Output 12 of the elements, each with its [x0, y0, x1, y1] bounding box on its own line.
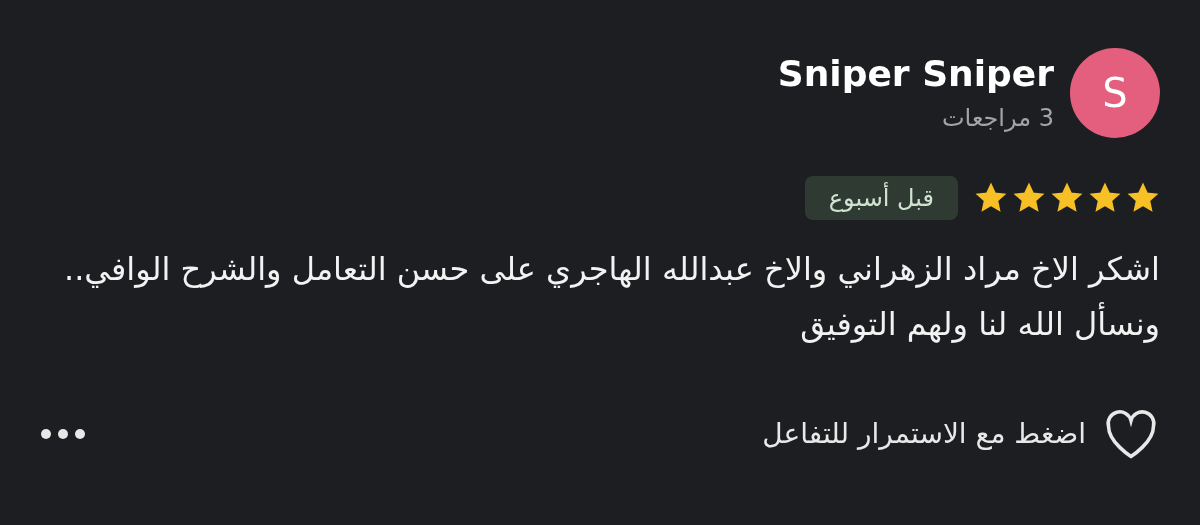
- avatar: S: [1070, 48, 1160, 138]
- more-options-icon[interactable]: [40, 428, 86, 440]
- star-icon: [1088, 181, 1122, 215]
- star-icon: [1012, 181, 1046, 215]
- star-icon: [1126, 181, 1160, 215]
- star-icon: [974, 181, 1008, 215]
- review-text: اشكر الاخ مراد الزهراني والاخ عبدالله الهاجري على حسن التعامل والشرح الوافي.. ونسأل الله لنا ولهم التوفيق: [63, 249, 1160, 345]
- reviewer-name: Sniper Sniper: [777, 51, 1054, 96]
- reaction-hint: اضغط مع الاستمرار للتفاعل: [762, 416, 1086, 452]
- reviews-count: 3 مراجعات: [941, 102, 1054, 134]
- time-badge: قبل أسبوع: [804, 176, 958, 220]
- star-icon: [1050, 181, 1084, 215]
